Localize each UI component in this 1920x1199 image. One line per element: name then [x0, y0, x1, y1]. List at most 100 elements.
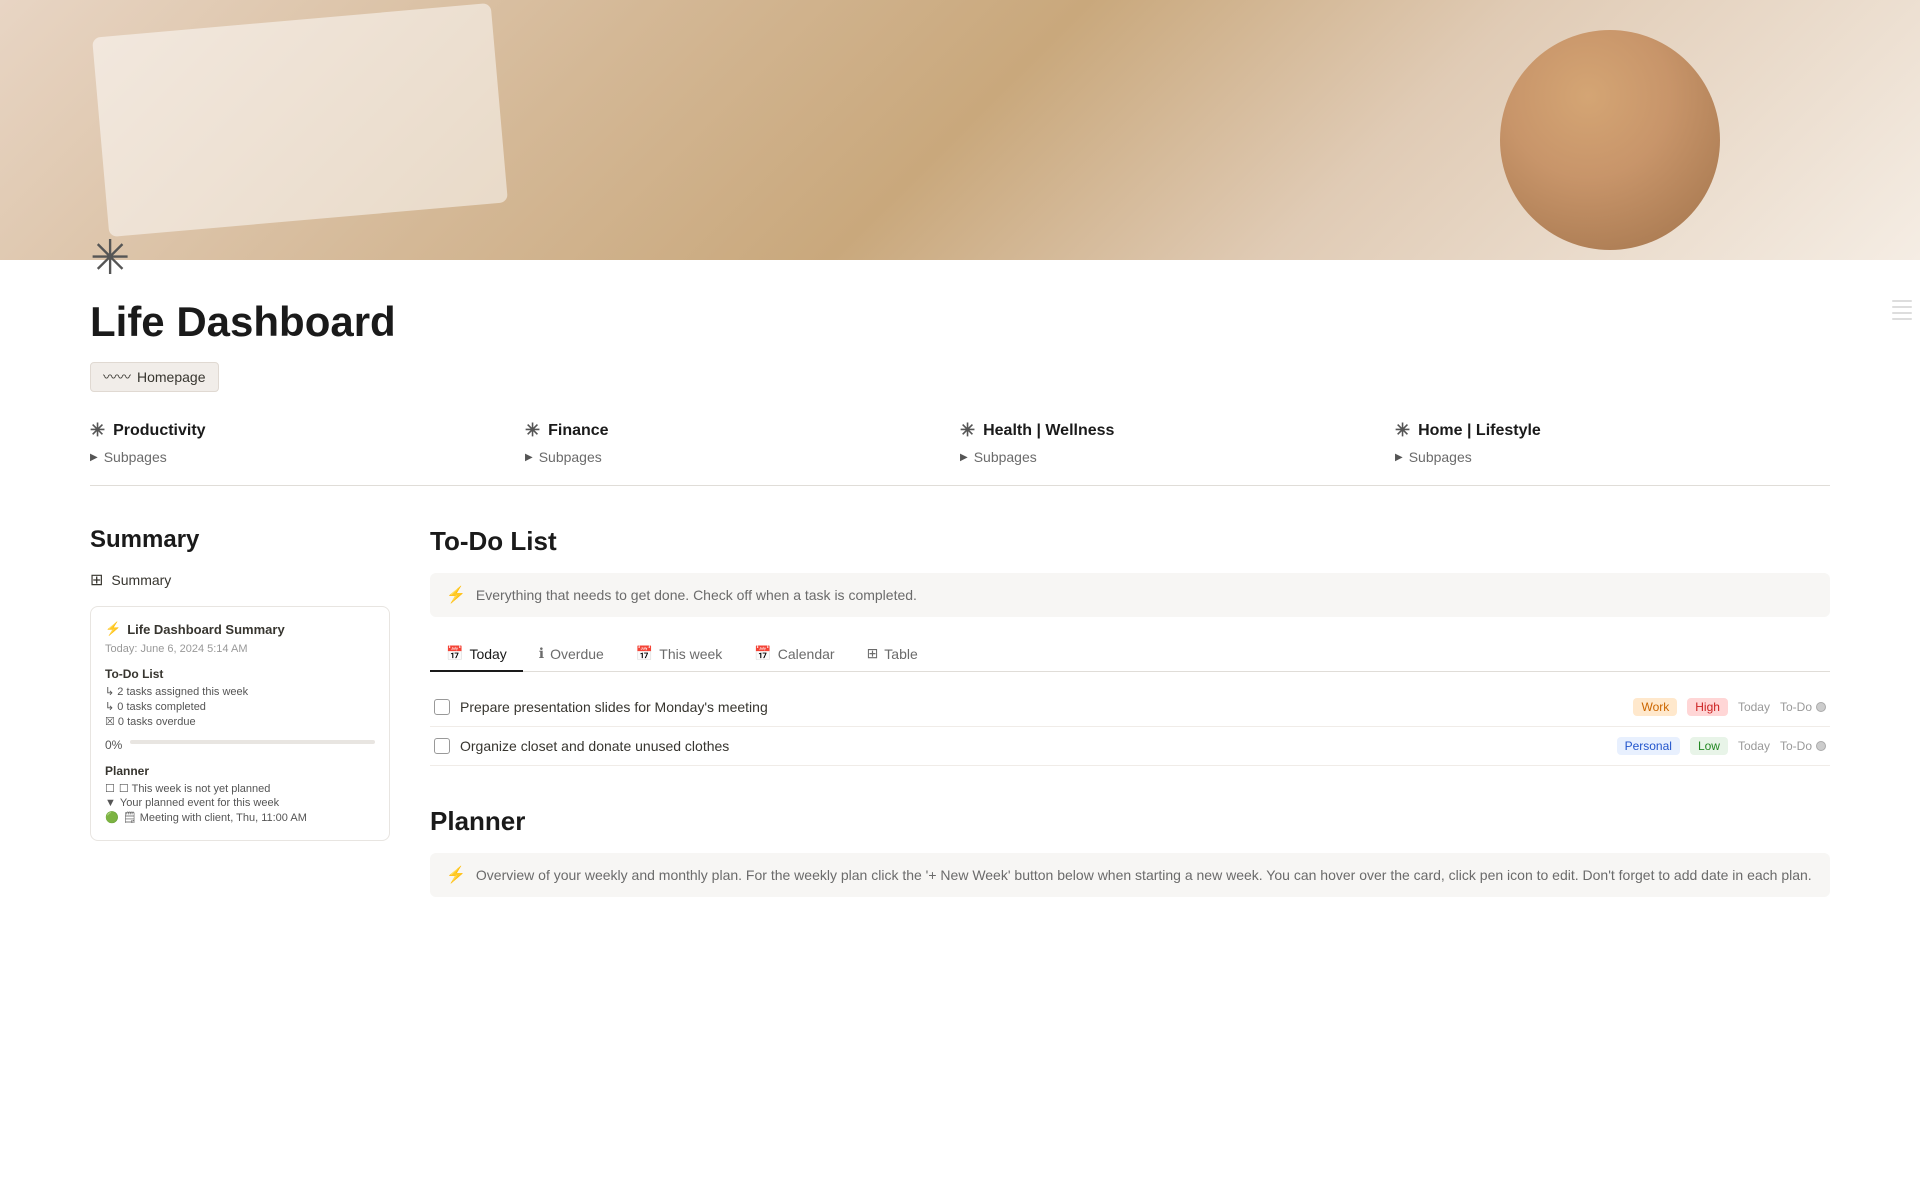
tab-overdue[interactable]: ℹ Overdue — [523, 637, 620, 672]
progress-bar — [130, 740, 375, 744]
todo-item-1: ↳ 0 tasks completed — [105, 700, 375, 713]
todo-info-icon: ⚡ — [446, 585, 466, 605]
hero-banner — [0, 0, 1920, 260]
homepage-badge[interactable]: 〰〰 Homepage — [90, 362, 219, 392]
productivity-icon: ✳ — [90, 420, 105, 441]
status-text-1: To-Do — [1780, 739, 1812, 753]
planner-sidebar-label: Planner — [105, 764, 375, 778]
finance-subpages-label: Subpages — [539, 449, 602, 465]
planner-section-title: Planner — [430, 806, 1830, 837]
todo-info-box: ⚡ Everything that needs to get done. Che… — [430, 573, 1830, 617]
nav-title-productivity[interactable]: ✳ Productivity — [90, 420, 515, 441]
health-label: Health | Wellness — [983, 422, 1114, 440]
summary-card-title-text: Life Dashboard Summary — [127, 622, 285, 637]
triangle-icon-productivity: ▶ — [90, 452, 98, 463]
health-icon: ✳ — [960, 420, 975, 441]
todo-info-text: Everything that needs to get done. Check… — [476, 587, 917, 603]
scrollbar-line-4 — [1892, 318, 1912, 320]
task-text-0: Prepare presentation slides for Monday's… — [460, 699, 1623, 715]
finance-label: Finance — [548, 422, 608, 440]
main-layout: Summary ⊞ Summary ⚡ Life Dashboard Summa… — [90, 526, 1830, 917]
grid-icon: ⊞ — [90, 570, 103, 590]
tab-this-week[interactable]: 📅 This week — [620, 637, 738, 672]
progress-text: 0% — [105, 738, 122, 752]
main-area: To-Do List ⚡ Everything that needs to ge… — [430, 526, 1830, 917]
checkbox-icon-0: ☐ — [105, 782, 115, 795]
todo-section: To-Do List ⚡ Everything that needs to ge… — [430, 526, 1830, 766]
tab-table[interactable]: ⊞ Table — [851, 637, 934, 672]
status-text-0: To-Do — [1780, 700, 1812, 714]
tab-calendar-icon: 📅 — [754, 645, 771, 662]
planner-section: Planner ⚡ Overview of your weekly and mo… — [430, 806, 1830, 897]
task-status-0: To-Do — [1780, 700, 1826, 714]
tab-overdue-icon: ℹ — [539, 645, 544, 662]
event-icon-2: 🟢 — [105, 811, 119, 824]
health-subpages[interactable]: ▶ Subpages — [960, 449, 1385, 465]
status-dot-0 — [1816, 702, 1826, 712]
task-priority-0: High — [1687, 698, 1728, 716]
productivity-subpages[interactable]: ▶ Subpages — [90, 449, 515, 465]
table-row: Prepare presentation slides for Monday's… — [430, 688, 1830, 727]
tab-week-label: This week — [659, 646, 722, 662]
nav-section-productivity: ✳ Productivity ▶ Subpages — [90, 420, 525, 465]
lightning-icon-card: ⚡ — [105, 621, 121, 637]
planner-info-icon: ⚡ — [446, 865, 466, 885]
planner-info-box: ⚡ Overview of your weekly and monthly pl… — [430, 853, 1830, 897]
task-text-1: Organize closet and donate unused clothe… — [460, 738, 1607, 754]
tab-today-icon: 📅 — [446, 645, 463, 662]
nav-title-health[interactable]: ✳ Health | Wellness — [960, 420, 1385, 441]
planner-item-1: ▼ Your planned event for this week — [105, 797, 375, 809]
tabs-row: 📅 Today ℹ Overdue 📅 This week 📅 Calendar — [430, 637, 1830, 672]
tab-table-icon: ⊞ — [867, 645, 879, 662]
task-checkbox-0[interactable] — [434, 699, 450, 715]
task-priority-1: Low — [1690, 737, 1728, 755]
task-checkbox-1[interactable] — [434, 738, 450, 754]
triangle-icon-lifestyle: ▶ — [1395, 452, 1403, 463]
tab-today-label: Today — [469, 646, 506, 662]
nav-section-health: ✳ Health | Wellness ▶ Subpages — [960, 420, 1395, 465]
scrollbar[interactable] — [1892, 300, 1912, 320]
task-category-0: Work — [1633, 698, 1677, 716]
tab-calendar[interactable]: 📅 Calendar — [738, 637, 850, 672]
productivity-subpages-label: Subpages — [104, 449, 167, 465]
planner-info-text: Overview of your weekly and monthly plan… — [476, 867, 1812, 883]
task-status-1: To-Do — [1780, 739, 1826, 753]
todo-section-title: To-Do List — [430, 526, 1830, 557]
todo-item-2: ☒ 0 tasks overdue — [105, 715, 375, 728]
sidebar-summary-link[interactable]: ⊞ Summary — [90, 570, 390, 590]
health-subpages-label: Subpages — [974, 449, 1037, 465]
todo-section-label: To-Do List — [105, 667, 375, 681]
lifestyle-label: Home | Lifestyle — [1418, 422, 1541, 440]
scrollbar-line-1 — [1892, 300, 1912, 302]
nav-title-lifestyle[interactable]: ✳ Home | Lifestyle — [1395, 420, 1820, 441]
triangle-icon-health: ▶ — [960, 452, 968, 463]
finance-icon: ✳ — [525, 420, 540, 441]
task-category-1: Personal — [1617, 737, 1680, 755]
scrollbar-line-2 — [1892, 306, 1912, 308]
page-icon: ✳ — [0, 230, 1920, 286]
productivity-label: Productivity — [113, 422, 205, 440]
tab-today[interactable]: 📅 Today — [430, 637, 523, 672]
tab-week-icon: 📅 — [636, 645, 653, 662]
lifestyle-icon: ✳ — [1395, 420, 1410, 441]
asterisk-icon: ✳ — [90, 232, 130, 285]
finance-subpages[interactable]: ▶ Subpages — [525, 449, 950, 465]
status-dot-1 — [1816, 741, 1826, 751]
todo-item-0: ↳ 2 tasks assigned this week — [105, 685, 375, 698]
summary-link-label: Summary — [111, 572, 171, 588]
scrollbar-line-3 — [1892, 312, 1912, 314]
lifestyle-subpages[interactable]: ▶ Subpages — [1395, 449, 1820, 465]
homepage-label: Homepage — [137, 369, 206, 385]
table-row: Organize closet and donate unused clothe… — [430, 727, 1830, 766]
planner-item-0: ☐ ☐ This week is not yet planned — [105, 782, 375, 795]
task-date-0: Today — [1738, 700, 1770, 714]
nav-title-finance[interactable]: ✳ Finance — [525, 420, 950, 441]
tab-table-label: Table — [884, 646, 917, 662]
nav-section-finance: ✳ Finance ▶ Subpages — [525, 420, 960, 465]
homepage-icon: 〰〰 — [103, 367, 131, 387]
sidebar: Summary ⊞ Summary ⚡ Life Dashboard Summa… — [90, 526, 390, 917]
tab-calendar-label: Calendar — [778, 646, 835, 662]
nav-grid: ✳ Productivity ▶ Subpages ✳ Finance ▶ Su… — [90, 420, 1830, 486]
expand-icon-1: ▼ — [105, 797, 116, 809]
summary-card-date: Today: June 6, 2024 5:14 AM — [105, 643, 375, 655]
